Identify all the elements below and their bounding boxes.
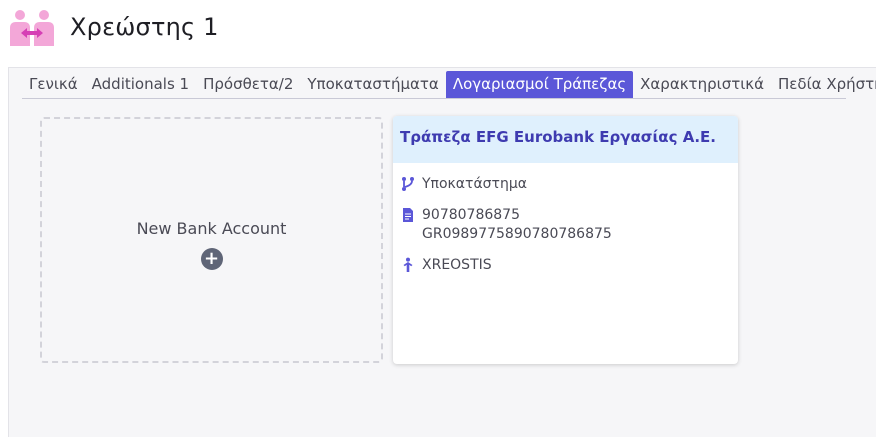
tab-user-fields[interactable]: Πεδία Χρήστη: [771, 71, 876, 98]
iban: GR0989775890780786875: [422, 226, 612, 242]
account-holder: XREOSTIS: [422, 257, 492, 273]
new-bank-account-label: New Bank Account: [136, 218, 287, 238]
tab-additionals-1[interactable]: Additionals 1: [85, 71, 196, 98]
holder-row: XREOSTIS: [400, 256, 731, 275]
app-header: Χρεώστης 1: [0, 0, 876, 60]
document-icon: [403, 208, 413, 222]
tab-bar: Γενικά Additionals 1 Πρόσθετα/2 Υποκατασ…: [22, 71, 876, 99]
account-row: 90780786875 GR0989775890780786875: [400, 206, 731, 244]
new-bank-account-card[interactable]: New Bank Account +: [40, 117, 383, 363]
branch-label: Υποκατάστημα: [422, 176, 527, 192]
plus-circle-icon[interactable]: +: [200, 247, 223, 270]
tab-branches[interactable]: Υποκαταστήματα: [300, 71, 445, 98]
tab-general[interactable]: Γενικά: [22, 71, 85, 98]
tab-bank-accounts[interactable]: Λογαριασμοί Τράπεζας: [445, 71, 634, 98]
bank-account-card[interactable]: Τράπεζα EFG Eurobank Εργασίας Α.Ε. Υποκα…: [393, 116, 738, 364]
tab-characteristics[interactable]: Χαρακτηριστικά: [633, 71, 771, 98]
page-title: Χρεώστης 1: [70, 13, 219, 41]
tab-additionals-2[interactable]: Πρόσθετα/2: [196, 71, 300, 98]
person-icon: [403, 257, 413, 272]
debtor-exchange-icon: [10, 10, 54, 46]
account-number: 90780786875: [422, 207, 520, 223]
bank-name: Τράπεζα EFG Eurobank Εργασίας Α.Ε.: [393, 116, 738, 163]
branch-icon: [402, 177, 414, 191]
branch-row: Υποκατάστημα: [400, 175, 731, 194]
